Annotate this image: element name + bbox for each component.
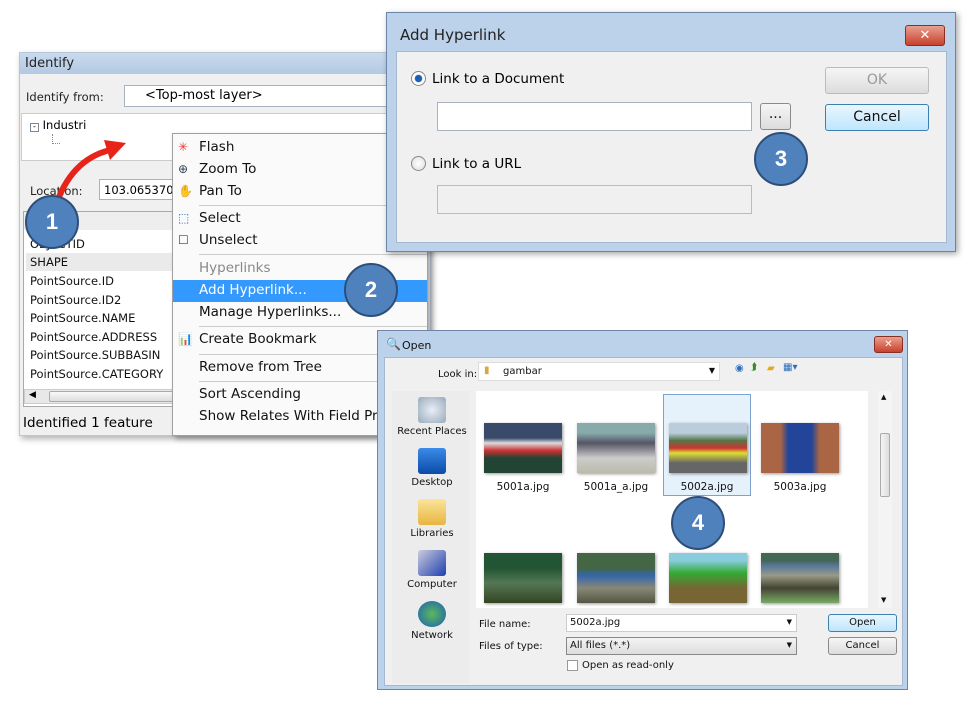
step-3-badge: 3 bbox=[754, 132, 808, 186]
arrow-head bbox=[104, 140, 126, 160]
step-4-badge: 4 bbox=[671, 496, 725, 550]
step-1-badge: 1 bbox=[25, 195, 79, 249]
red-arrow-annotation bbox=[52, 140, 126, 209]
step-2-badge: 2 bbox=[344, 263, 398, 317]
